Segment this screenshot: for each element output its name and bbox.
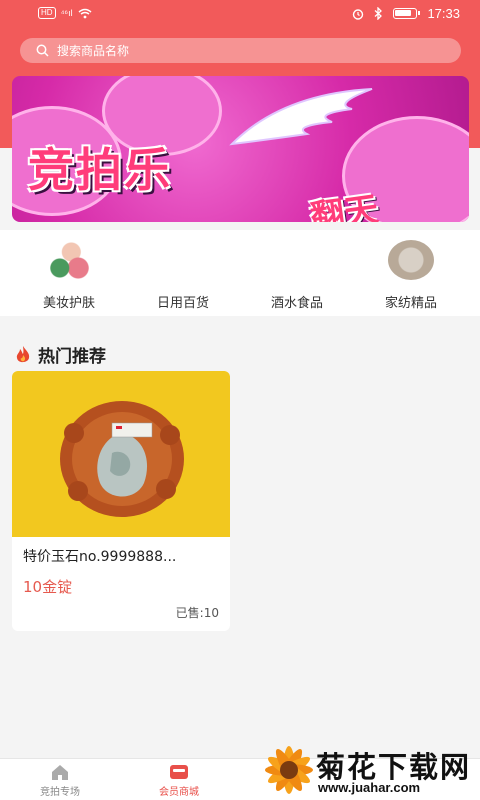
wifi-icon xyxy=(78,8,92,18)
category-label: 家纺精品 xyxy=(384,296,437,311)
banner-subtitle: 翻天 xyxy=(308,189,381,222)
flower-logo xyxy=(265,746,313,794)
category-label: 酒水食品 xyxy=(270,296,323,311)
status-left: HD ⁴⁶ıl xyxy=(38,7,92,19)
fire-icon xyxy=(16,345,30,362)
category-home-textile[interactable]: 家纺精品 xyxy=(366,240,456,311)
status-bar: HD ⁴⁶ıl 17:33 xyxy=(0,0,480,28)
wing-icon xyxy=(229,88,373,146)
category-nav: 美妆护肤 日用百货 酒水食品 家纺精品 xyxy=(0,230,480,316)
promo-banner[interactable]: 竞拍乐 翻天 xyxy=(12,76,469,222)
tab-label: 竞拍专场 xyxy=(40,787,80,798)
product-image xyxy=(12,371,230,537)
hot-recommend-section: 热门推荐 特价玉石no.9999888... 10金锭 已售:10 xyxy=(0,328,480,758)
section-title: 热门推荐 xyxy=(14,342,106,367)
cosmetic-sponge-image xyxy=(46,240,92,280)
network-badge: HD xyxy=(38,7,56,19)
product-title: 特价玉石no.9999888... xyxy=(23,549,177,565)
jade-image xyxy=(60,401,184,517)
bedding-image xyxy=(388,240,434,280)
category-label: 日用百货 xyxy=(156,296,209,311)
tab-member-store[interactable]: 会员商城 xyxy=(134,763,224,798)
section-title-text: 热门推荐 xyxy=(38,347,106,367)
search-input[interactable]: 搜索商品名称 xyxy=(57,42,129,59)
watermark: 菊花下载网 www.juahar.com xyxy=(262,740,480,800)
bluetooth-icon xyxy=(375,7,383,20)
watermark-url: www.juahar.com xyxy=(318,780,421,795)
product-price: 10金锭 xyxy=(23,578,73,596)
status-right: 17:33 xyxy=(352,6,460,21)
battery-icon xyxy=(393,8,421,19)
product-card[interactable]: 特价玉石no.9999888... 10金锭 已售:10 xyxy=(12,371,230,631)
category-image-placeholder xyxy=(274,240,320,280)
category-label: 美妆护肤 xyxy=(42,296,95,311)
signal-icon: ⁴⁶ıl xyxy=(60,8,73,18)
category-image-placeholder xyxy=(160,240,206,280)
tab-auction[interactable]: 竞拍专场 xyxy=(15,763,105,798)
category-drinks-food[interactable]: 酒水食品 xyxy=(252,240,342,311)
product-sold-count: 已售:10 xyxy=(175,606,219,620)
tab-label: 会员商城 xyxy=(159,787,199,798)
category-daily-goods[interactable]: 日用百货 xyxy=(138,240,228,311)
search-bar[interactable]: 搜索商品名称 xyxy=(20,38,461,63)
home-icon xyxy=(52,765,68,780)
alarm-icon xyxy=(353,8,364,20)
store-icon xyxy=(170,765,188,779)
status-time: 17:33 xyxy=(427,6,460,21)
search-icon xyxy=(36,44,49,57)
banner-title: 竞拍乐 xyxy=(28,143,172,197)
category-beauty[interactable]: 美妆护肤 xyxy=(24,240,114,311)
